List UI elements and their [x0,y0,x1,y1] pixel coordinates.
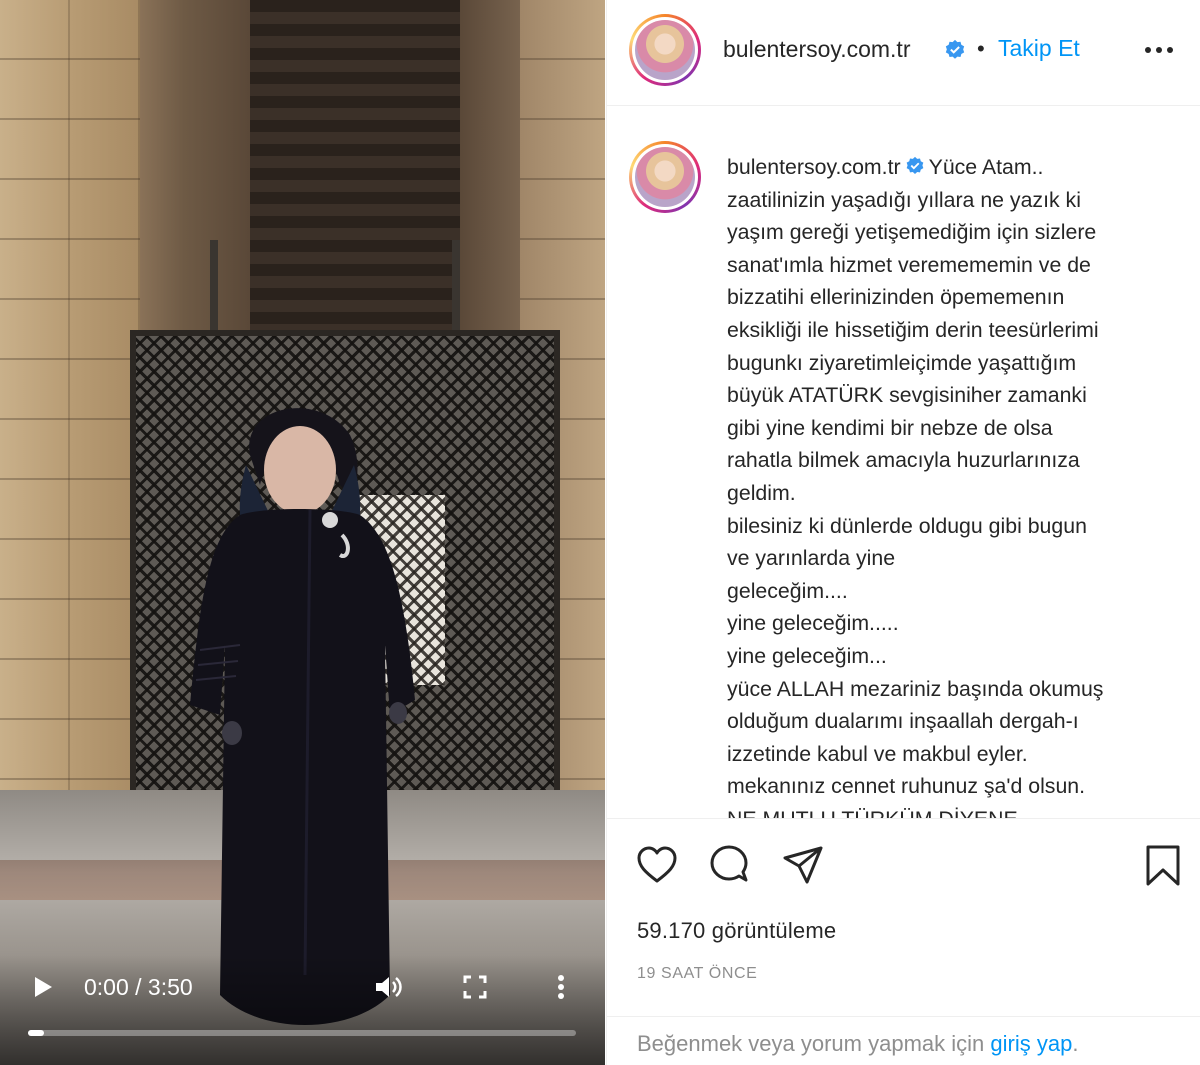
heart-icon [637,846,677,883]
view-count[interactable]: 59.170 görüntüleme [637,918,836,944]
save-button[interactable] [1141,844,1185,888]
verified-badge-icon [906,157,923,175]
gate-post [210,240,218,340]
fullscreen-icon [463,975,487,999]
video-more-button[interactable] [548,970,574,1004]
follow-button[interactable]: Takip Et [998,35,1080,62]
avatar[interactable] [629,14,701,86]
video-player[interactable]: 0:00 / 3:50 [0,0,605,1065]
post-header: bulentersoy.com.tr • Takip Et [607,0,1200,106]
login-prompt-text: Beğenmek veya yorum yapmak için [637,1031,985,1056]
more-vertical-icon [558,975,564,999]
avatar-photo [635,147,695,207]
caption-first-line: Yüce Atam.. [928,155,1044,179]
post-timestamp[interactable]: 19 SAAT ÖNCE [637,965,757,983]
caption-avatar[interactable] [629,141,701,213]
more-horizontal-icon [1145,47,1173,53]
avatar-photo [635,20,695,80]
post-panel: bulentersoy.com.tr • Takip Et bulenterso… [606,0,1200,1065]
caption-text: bulentersoy.com.tr Yüce Atam.. zaatiliniz… [727,151,1179,819]
background-doorway [250,0,475,340]
play-button[interactable] [28,972,58,1002]
volume-icon [376,977,402,997]
caption-section: bulentersoy.com.tr Yüce Atam.. zaatiliniz… [607,107,1200,819]
like-button[interactable] [635,844,679,888]
separator-dot: • [977,36,985,61]
video-time-display: 0:00 / 3:50 [84,973,193,1000]
verified-badge-icon [945,39,965,59]
post-options-button[interactable] [1143,36,1175,64]
login-prompt-suffix: . [1072,1031,1079,1056]
comment-icon [710,845,748,882]
video-progress-bar[interactable] [28,1030,576,1036]
share-icon [783,846,823,884]
volume-button[interactable] [372,970,406,1004]
video-progress-fill [28,1030,45,1036]
username-link[interactable]: bulentersoy.com.tr [723,36,910,63]
comment-button[interactable] [707,844,751,888]
fullscreen-button[interactable] [460,972,490,1002]
login-prompt: Beğenmek veya yorum yapmak için giriş ya… [637,1031,1078,1057]
background-stone-wall [0,0,140,820]
login-link[interactable]: giriş yap [990,1031,1072,1056]
play-icon [35,977,52,997]
caption-body: zaatilinizin yaşadığı yıllara ne yazık k… [727,187,1104,819]
share-button[interactable] [781,844,825,888]
login-prompt-bar: Beğenmek veya yorum yapmak için giriş ya… [607,1016,1200,1065]
bookmark-icon [1146,845,1180,886]
action-bar [607,820,1200,910]
person-figure [190,408,415,1025]
gate-post [452,240,460,340]
caption-username[interactable]: bulentersoy.com.tr [727,155,901,179]
